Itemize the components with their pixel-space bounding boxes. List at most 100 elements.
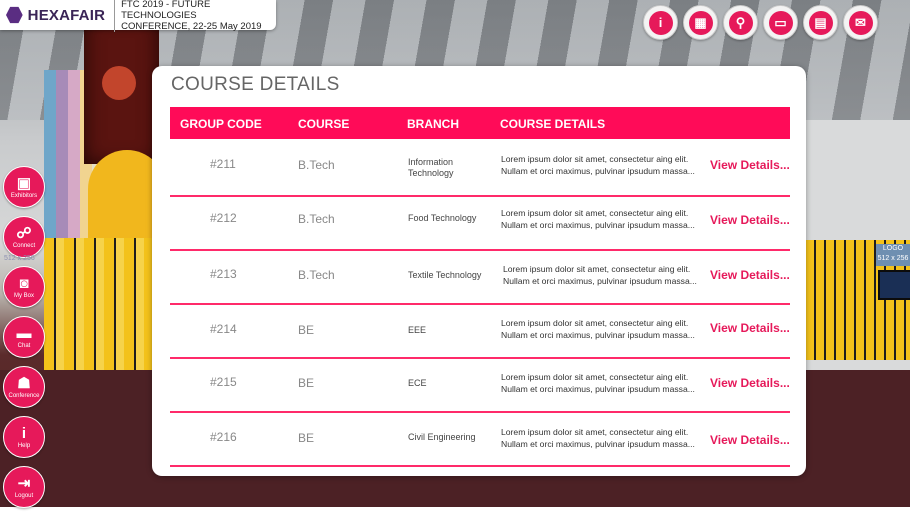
info-button[interactable]: i (643, 5, 678, 40)
description-line2: Nullam et orci maximus, pulvinar ipsudum… (501, 439, 695, 449)
group-code: #211 (210, 157, 236, 171)
sidebar-item-logout[interactable]: ⇥ Logout (3, 466, 45, 508)
hanging-banner (84, 14, 159, 164)
group-code: #215 (210, 375, 237, 389)
view-details-link[interactable]: View Details... (710, 268, 790, 282)
chat-icon: ▤ (808, 10, 833, 35)
sidebar-item-help[interactable]: i Help (3, 416, 45, 458)
id-card-button[interactable]: ▭ (763, 5, 798, 40)
column-header-course-details: COURSE DETAILS (500, 117, 606, 131)
booth-monitor (878, 270, 910, 300)
connect-icon: ☍ (16, 224, 32, 242)
course-name: B.Tech (298, 212, 335, 226)
exhibitors-icon: ▣ (16, 174, 32, 192)
search-person-button[interactable]: ⚲ (723, 5, 758, 40)
logout-icon: ⇥ (17, 474, 31, 492)
course-description: Lorem ipsum dolor sit amet, consectetur … (501, 426, 701, 450)
mail-icon: ✉ (848, 10, 873, 35)
course-description: Lorem ipsum dolor sit amet, consectetur … (501, 153, 701, 177)
sidebar-item-label: Conference (8, 392, 40, 399)
course-description: Lorem ipsum dolor sit amet, consectetur … (503, 263, 703, 287)
mail-button[interactable]: ✉ (843, 5, 878, 40)
sidebar-item-conference[interactable]: ☗ Conference (3, 366, 45, 408)
description-line1: Lorem ipsum dolor sit amet, consectetur … (501, 372, 689, 382)
branch-name: Textile Technology (408, 270, 482, 280)
brand-name: HEXAFAIR (27, 6, 106, 24)
column-header-branch: BRANCH (407, 117, 459, 131)
description-line2: Nullam et orci maximus, pulvinar ipsudum… (501, 330, 695, 340)
description-line1: Lorem ipsum dolor sit amet, consectetur … (501, 318, 689, 328)
conference-icon: ☗ (17, 374, 31, 392)
column-header-course: COURSE (298, 117, 350, 131)
chat-button[interactable]: ▤ (803, 5, 838, 40)
banner-logo (102, 66, 136, 100)
table-row: #215 BE ECE Lorem ipsum dolor sit amet, … (170, 357, 790, 413)
sidebar-item-label: Logout (14, 492, 34, 499)
group-code: #212 (210, 211, 237, 225)
group-code: #216 (210, 430, 237, 444)
search-person-icon: ⚲ (728, 10, 753, 35)
id-card-icon: ▭ (768, 10, 793, 35)
view-details-link[interactable]: View Details... (710, 376, 790, 390)
branch-name: Information Technology (408, 157, 454, 178)
description-line2: Nullam et orci maximus, pulvinar ipsudum… (501, 166, 695, 176)
view-details-link[interactable]: View Details... (710, 321, 790, 335)
event-title-line2: CONFERENCE, 22-25 May 2019 (121, 20, 262, 32)
table-row: #214 BE EEE Lorem ipsum dolor sit amet, … (170, 303, 790, 359)
group-code: #213 (210, 267, 237, 281)
store-button[interactable]: ▦ (683, 5, 718, 40)
sidebar-item-label: Chat (17, 342, 31, 349)
placeholder-size-label: 512 x 256 (4, 255, 35, 262)
course-description: Lorem ipsum dolor sit amet, consectetur … (501, 207, 701, 231)
course-details-panel: COURSE DETAILS GROUP CODE COURSE BRANCH … (152, 66, 806, 476)
description-line2: Nullam et orci maximus, pulvinar ipsudum… (503, 276, 697, 286)
table-row: #213 B.Tech Textile Technology Lorem ips… (170, 249, 790, 305)
table-row: #211 B.Tech Information Technology Lorem… (170, 141, 790, 197)
branch-name: EEE (408, 325, 427, 335)
sidebar-item-label: Help (17, 442, 31, 449)
panel-title: COURSE DETAILS (171, 74, 340, 95)
description-line1: Lorem ipsum dolor sit amet, consectetur … (501, 208, 689, 218)
course-name: B.Tech (298, 268, 335, 282)
info-icon: i (648, 10, 673, 35)
group-code: #214 (210, 322, 237, 336)
course-name: BE (298, 323, 315, 337)
table-row: #212 B.Tech Food Technology Lorem ipsum … (170, 195, 790, 251)
course-name: BE (298, 431, 315, 445)
course-description: Lorem ipsum dolor sit amet, consectetur … (501, 371, 701, 395)
view-details-link[interactable]: View Details... (710, 158, 790, 172)
description-line2: Nullam et orci maximus, pulvinar ipsudum… (501, 220, 695, 230)
sidebar-item-label: Exhibitors (10, 192, 38, 199)
sidebar-item-label: Connect (12, 242, 36, 249)
branch-name: ECE (408, 378, 427, 388)
sidebar-item-chat[interactable]: ▬ Chat (3, 316, 45, 358)
branch-name: Food Technology (408, 213, 477, 223)
sidebar-item-my-box[interactable]: ◙ My Box (3, 266, 45, 308)
table-header: GROUP CODE COURSE BRANCH COURSE DETAILS (170, 107, 790, 139)
briefcase-icon: ◙ (19, 274, 29, 292)
sidebar-item-exhibitors[interactable]: ▣ Exhibitors (3, 166, 45, 208)
description-line1: Lorem ipsum dolor sit amet, consectetur … (503, 264, 691, 274)
left-sidebar: ▣ Exhibitors ☍ Connect ◙ My Box ▬ Chat ☗… (0, 166, 46, 516)
help-icon: i (21, 424, 27, 442)
course-name: BE (298, 376, 315, 390)
brand-bar: HEXAFAIR FTC 2019 - FUTURE TECHNOLOGIES … (0, 0, 276, 32)
event-title: FTC 2019 - FUTURE TECHNOLOGIES CONFERENC… (114, 0, 276, 32)
description-line1: Lorem ipsum dolor sit amet, consectetur … (501, 154, 689, 164)
top-toolbar: i ▦ ⚲ ▭ ▤ ✉ (643, 5, 878, 40)
view-details-link[interactable]: View Details... (710, 433, 790, 447)
table-row: #216 BE Civil Engineering Lorem ipsum do… (170, 411, 790, 467)
booth-left (44, 238, 154, 373)
sidebar-item-label: My Box (13, 292, 34, 299)
branch-name: Civil Engineering (408, 432, 476, 442)
description-line1: Lorem ipsum dolor sit amet, consectetur … (501, 427, 689, 437)
event-title-line1: FTC 2019 - FUTURE TECHNOLOGIES (121, 0, 211, 21)
course-name: B.Tech (298, 158, 335, 172)
course-description: Lorem ipsum dolor sit amet, consectetur … (501, 317, 701, 341)
description-line2: Nullam et orci maximus, pulvinar ipsudum… (501, 384, 695, 394)
view-details-link[interactable]: View Details... (710, 213, 790, 227)
hexafair-logo-icon (6, 6, 23, 24)
store-icon: ▦ (688, 10, 713, 35)
column-header-group-code: GROUP CODE (180, 117, 262, 131)
sidebar-item-connect[interactable]: ☍ Connect (3, 216, 45, 258)
